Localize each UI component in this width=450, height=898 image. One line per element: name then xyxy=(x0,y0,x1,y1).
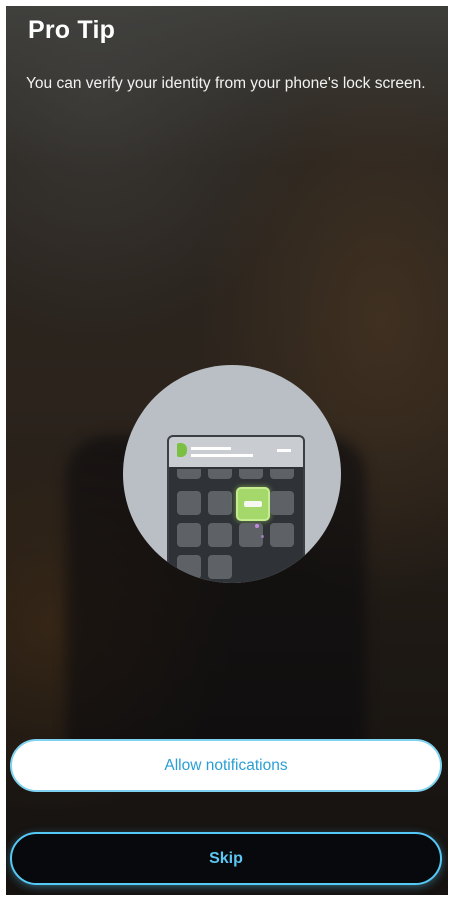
touch-indicator-icon xyxy=(261,535,264,538)
page-title: Pro Tip xyxy=(28,16,116,44)
keypad-tile xyxy=(177,469,201,479)
keypad-tile xyxy=(239,469,263,479)
notification-line-icon xyxy=(277,449,291,452)
keypad-tile xyxy=(177,491,201,515)
keypad-tile xyxy=(239,523,263,547)
keypad-tile xyxy=(270,491,294,515)
keypad-tile xyxy=(177,523,201,547)
touch-indicator-icon xyxy=(255,524,259,528)
lock-screen-illustration xyxy=(123,365,341,583)
allow-notifications-button[interactable]: Allow notifications xyxy=(10,739,442,792)
keypad-tile xyxy=(270,523,294,547)
pro-tip-screen: Pro Tip You can verify your identity fro… xyxy=(6,6,448,895)
keypad-tile xyxy=(208,491,232,515)
notification-banner-icon xyxy=(169,437,303,467)
keypad-tile xyxy=(208,523,232,547)
keypad-tile xyxy=(270,469,294,479)
app-logo-icon xyxy=(177,443,187,457)
notification-line-icon xyxy=(191,454,253,457)
notification-line-icon xyxy=(191,447,231,450)
keypad-tile xyxy=(177,555,201,579)
mini-phone-icon xyxy=(167,435,305,583)
tip-message: You can verify your identity from your p… xyxy=(26,75,426,92)
keypad-tile xyxy=(208,469,232,479)
highlighted-key-icon xyxy=(236,487,270,521)
keypad-tile xyxy=(208,555,232,579)
skip-button[interactable]: Skip xyxy=(10,832,442,885)
